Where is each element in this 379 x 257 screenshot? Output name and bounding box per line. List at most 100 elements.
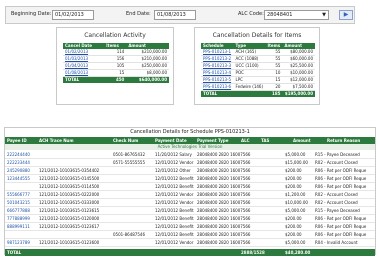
payee-id-cell[interactable]: 501043215 <box>7 199 30 207</box>
ach-trace-cell: 121/2012-10103615-0222000 <box>39 192 100 197</box>
column-header[interactable]: Return Reason <box>327 137 360 144</box>
schedule-link[interactable]: PPS-010213-2 <box>201 55 234 63</box>
end-date-input[interactable]: 01/08/2013 <box>154 10 196 20</box>
table-row: PPS-010213-6 Fedwire (146) 20 $7,500.00 <box>201 83 315 91</box>
alc-code-select[interactable]: 28048401 ▼ <box>264 10 329 20</box>
amount-cell: $8,000.00 <box>126 69 169 77</box>
items-cell: 15 <box>104 69 127 77</box>
column-header[interactable]: Amount <box>293 137 311 144</box>
check-num-cell: 0501-86765432 <box>113 152 145 157</box>
payee-id-cell[interactable]: 222244440 <box>7 151 30 159</box>
items-cell: 156 <box>104 55 127 63</box>
column-header[interactable]: ACH Trace Num <box>39 137 74 144</box>
payment-date-type-cell: 12/01/2012 Benefit <box>155 224 194 229</box>
type-cell: ACC (1088) <box>233 55 266 63</box>
payee-id-cell[interactable]: 888999111 <box>7 223 30 231</box>
schedule-link[interactable]: PPS-010213-3 <box>201 62 234 70</box>
amount-cell: $5,000.00 <box>285 240 306 245</box>
table-row: 222233444 0571-55555555 12/01/2012 Vendor 2… <box>5 159 375 167</box>
alc-code-value: 28048401 <box>267 12 293 18</box>
alc-tas-cell: 28048400 2820 16007566 <box>197 192 251 197</box>
payee-id-cell[interactable]: 555666777 <box>7 191 30 199</box>
cancel-date-link[interactable]: 01/04/2013 <box>63 62 105 70</box>
type-cell: Fedwire (146) <box>233 83 266 91</box>
table-row: 123444555 121/2012-10103615-0145500 12/01/… <box>5 175 375 183</box>
column-header[interactable]: TAS <box>261 137 269 144</box>
table-row: 01/03/2013 156 $210,000.00 <box>63 55 169 63</box>
items-cell: 55 <box>265 62 283 70</box>
cancellation-details-table: Schedule Type Items Amount PPS-010213-1 … <box>201 43 315 97</box>
table-row: 245290880 121/2012-10103615-0354402 12/01/… <box>5 167 375 175</box>
ach-trace-cell: 121/2012-10103615-0354402 <box>39 168 100 173</box>
return-reason-cell: R02 - Account Closed <box>315 160 358 165</box>
schedule-link[interactable]: PPS-010213-4 <box>201 69 234 77</box>
column-header[interactable]: Payment Date <box>155 137 187 144</box>
amount-cell: $5,000.00 <box>285 208 306 213</box>
total-row: TOTAL 2888/1528 $40,280.00 <box>5 249 375 256</box>
payee-id-cell[interactable]: 777888999 <box>7 215 30 223</box>
return-reason-cell: R06 - Ret per ODFI Reque <box>315 184 367 189</box>
schedule-link[interactable]: PPS-010213-1 <box>201 49 234 56</box>
check-num-cell: 0571-55555555 <box>113 160 145 165</box>
column-header[interactable]: ALC <box>241 137 250 144</box>
cancellation-activity-table: Cancel Date Items Amount 01/02/2013 114 … <box>63 43 169 83</box>
go-button[interactable]: ▶ <box>339 10 353 20</box>
ach-trace-cell: 121/2012-10103615-0123615 <box>39 208 100 213</box>
alc-tas-cell: 28048400 2820 16007566 <box>197 200 251 205</box>
return-reason-cell: R06 - Ret per ODFI Reque <box>315 216 367 221</box>
schedule-details-title: Cancellation Details for Schedule PPS-01… <box>130 129 250 135</box>
payee-id-cell[interactable]: 245290880 <box>7 167 30 175</box>
amount-cell: $25,500.00 <box>282 62 315 70</box>
items-cell: 20 <box>265 83 283 91</box>
column-header[interactable]: Payee ID <box>7 137 27 144</box>
payee-id-cell[interactable]: 123444555 <box>7 175 30 183</box>
alc-tas-cell: 28048400 2820 16007566 <box>197 160 251 165</box>
schedule-details-table: Cancellation Details for Schedule PPS-01… <box>4 127 376 256</box>
ach-trace-cell: 121/2012-10103615-0123617 <box>39 224 100 229</box>
payee-id-cell[interactable]: 987123789 <box>7 239 30 247</box>
items-cell: 105 <box>104 62 127 70</box>
amount-cell: $7,500.00 <box>282 83 315 91</box>
total-label: TOTAL <box>63 76 105 83</box>
items-cell: 15 <box>265 76 283 84</box>
amount-cell: $10,000.00 <box>282 69 315 77</box>
return-reason-cell: R15 - Payee Deceased <box>315 208 360 213</box>
return-reason-cell: R04 - Invalid Account <box>315 240 358 245</box>
amount-cell: $1,200.00 <box>285 192 306 197</box>
payee-id-cell[interactable]: 666777888 <box>7 207 30 215</box>
table-row: PPS-010213-3 UCC (1100) 55 $25,500.00 <box>201 62 315 70</box>
return-reason-cell: R02 - Account Closed <box>315 200 358 205</box>
ach-trace-cell: 121/2012-10103615-0145500 <box>39 176 100 181</box>
amount-cell: $5,000.00 <box>285 152 306 157</box>
schedule-link[interactable]: PPS-010213-6 <box>201 83 234 91</box>
schedule-link[interactable]: PPS-010213-5 <box>201 76 234 84</box>
return-reason-cell: R06 - Ret per ODFI Reque <box>315 232 367 237</box>
type-cell: POC <box>233 69 266 77</box>
filter-bar: Beginning Date: 01/02/2013 End Date: 01/… <box>5 6 355 24</box>
payee-id-cell[interactable]: 222233444 <box>7 159 30 167</box>
payment-date-type-cell: 12/01/2012 Vendor <box>155 192 194 197</box>
cancel-date-link[interactable]: 01/03/2013 <box>63 55 105 63</box>
total-label: TOTAL <box>7 250 22 255</box>
total-row: TOTAL 450 $640,000.00 <box>63 76 169 83</box>
table-row: 888999111 121/2012-10103615-0123617 12/01/… <box>5 223 375 231</box>
amount-cell: $200.00 <box>285 232 302 237</box>
alc-tas-cell: 28048400 2820 16007566 <box>197 208 251 213</box>
total-amount: $640,000.00 <box>126 76 169 83</box>
amount-cell: $15,000.00 <box>285 160 308 165</box>
items-cell: 10 <box>265 69 283 77</box>
begin-date-input[interactable]: 01/02/2013 <box>52 10 94 20</box>
begin-date-label: Beginning Date: <box>11 11 52 17</box>
amount-cell: $200.00 <box>285 224 302 229</box>
amount-cell: $12,000.00 <box>282 76 315 84</box>
cancel-date-link[interactable]: 01/08/2013 <box>63 69 105 77</box>
column-header[interactable]: Check Num <box>113 137 138 144</box>
table-row: 777888999 121/2012-10103615-0120000 12/01/… <box>5 215 375 223</box>
total-items: 185 <box>265 90 283 97</box>
cancellation-activity-card: Cancellation Activity Cancel Date Items … <box>56 27 174 105</box>
alc-tas-cell: 28048400 2820 16007566 <box>197 184 251 189</box>
table-row: PPS-010213-5 LPC 15 $12,000.00 <box>201 76 315 84</box>
column-header[interactable]: Payment Type <box>197 137 228 144</box>
ach-trace-cell: 121/2012-10103615-0120000 <box>39 216 100 221</box>
amount-cell: $60,000.00 <box>282 55 315 63</box>
